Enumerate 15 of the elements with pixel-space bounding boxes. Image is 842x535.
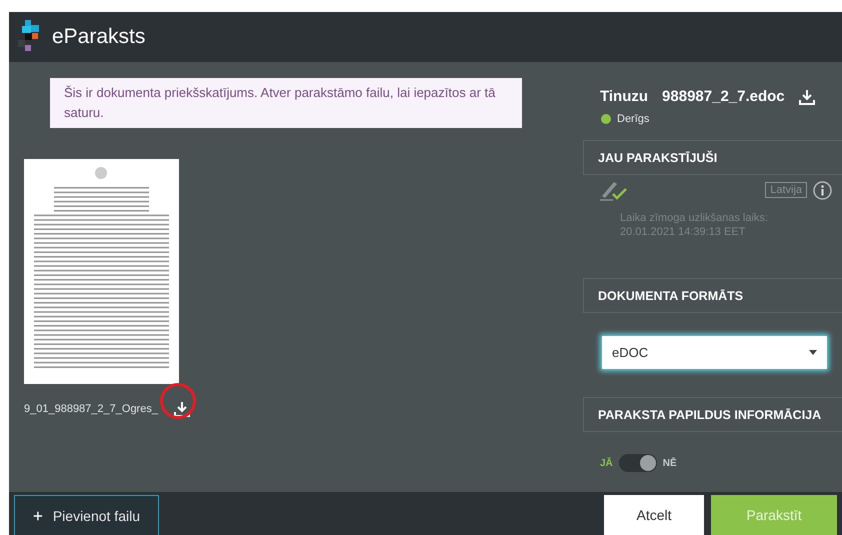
cancel-button[interactable]: Atcelt xyxy=(604,495,704,535)
container-file-name: 988987_2_7.edoc xyxy=(662,88,785,105)
file-name: 9_01_988987_2_7_Ogres_ xyxy=(24,403,158,415)
country-tag: Latvija xyxy=(765,182,807,198)
section-header: PARAKSTA PAPILDUS INFORMĀCIJA xyxy=(583,397,842,432)
toggle-label: JĀ xyxy=(600,458,613,468)
add-file-button[interactable]: Pievienot failu xyxy=(14,495,159,535)
section-header: DOKUMENTA FORMĀTS xyxy=(583,278,842,313)
app-title: eParaksts xyxy=(52,25,146,49)
preview-notice: Šis ir dokumenta priekšskatījums. Atver parakstāmo failu, lai iepazītos ar tā saturu. xyxy=(50,78,522,128)
toggle-label: NĒ xyxy=(662,458,677,468)
status-text: Derīgs xyxy=(617,113,650,125)
container-label: Tinuzu xyxy=(600,88,648,105)
section-header: JAU PARAKSTĪJUŠI xyxy=(583,140,842,175)
format-select[interactable]: eDOC xyxy=(602,336,827,369)
